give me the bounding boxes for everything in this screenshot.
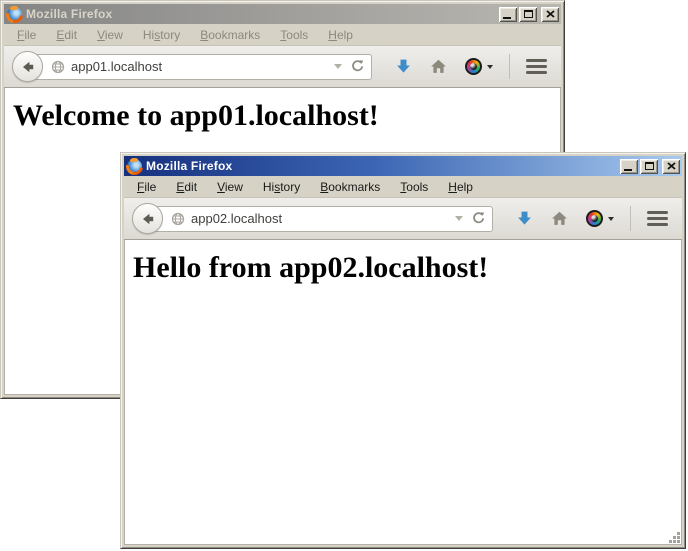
close-button[interactable] (541, 7, 559, 22)
menu-bar: FileEditViewHistoryBookmarksToolsHelp (124, 176, 682, 197)
minimize-button[interactable] (499, 7, 517, 22)
download-button[interactable] (516, 210, 533, 227)
menu-button[interactable] (526, 59, 547, 75)
home-icon (551, 210, 568, 227)
back-arrow-icon (20, 59, 36, 75)
reload-icon (350, 59, 365, 74)
back-button[interactable] (132, 203, 163, 234)
home-button[interactable] (430, 58, 447, 75)
window-controls (499, 7, 559, 22)
toolbar-separator (509, 54, 510, 79)
page-heading: Hello from app02.localhost! (124, 251, 682, 285)
toolbar-separator (630, 206, 631, 231)
window-controls (620, 159, 680, 174)
menu-help[interactable]: Help (438, 177, 483, 197)
url-history-dropdown-icon[interactable] (455, 216, 463, 221)
menu-button[interactable] (647, 211, 668, 227)
page-content: Hello from app02.localhost! (124, 240, 682, 545)
reload-button[interactable] (350, 59, 365, 74)
minimize-icon (503, 17, 511, 19)
url-text[interactable]: app02.localhost (191, 211, 451, 226)
maximize-icon (524, 10, 533, 18)
caret-down-icon (487, 65, 493, 69)
url-history-dropdown-icon[interactable] (334, 64, 342, 69)
menu-tools[interactable]: Tools (270, 25, 318, 45)
close-button[interactable] (662, 159, 680, 174)
menu-tools[interactable]: Tools (390, 177, 438, 197)
reload-icon (471, 211, 486, 226)
minimize-button[interactable] (620, 159, 638, 174)
download-arrow-icon (395, 58, 412, 75)
menu-edit[interactable]: Edit (166, 177, 207, 197)
page-heading: Welcome to app01.localhost! (4, 99, 561, 133)
maximize-button[interactable] (640, 159, 658, 174)
url-text[interactable]: app01.localhost (71, 59, 330, 74)
download-arrow-icon (516, 210, 533, 227)
menu-bookmarks[interactable]: Bookmarks (310, 177, 390, 197)
menu-history[interactable]: History (133, 25, 190, 45)
navigation-toolbar: app02.localhost (124, 197, 682, 240)
maximize-icon (645, 162, 654, 170)
site-identity-globe-icon[interactable] (51, 60, 65, 74)
title-bar[interactable]: Mozilla Firefox (4, 4, 561, 24)
menu-edit[interactable]: Edit (46, 25, 87, 45)
menu-file[interactable]: File (127, 177, 166, 197)
download-button[interactable] (395, 58, 412, 75)
home-button[interactable] (551, 210, 568, 227)
back-button[interactable] (12, 51, 43, 82)
window-title: Mozilla Firefox (146, 159, 616, 173)
firefox-app-icon (127, 159, 142, 174)
hamburger-icon (526, 59, 547, 63)
color-lens-icon (465, 58, 482, 75)
url-bar[interactable]: app01.localhost (28, 54, 372, 80)
home-icon (430, 58, 447, 75)
menu-bar: FileEditViewHistoryBookmarksToolsHelp (4, 24, 561, 45)
close-icon (546, 10, 555, 18)
caret-down-icon (608, 217, 614, 221)
window-title: Mozilla Firefox (26, 7, 495, 21)
menu-bookmarks[interactable]: Bookmarks (190, 25, 270, 45)
reload-button[interactable] (471, 211, 486, 226)
menu-history[interactable]: History (253, 177, 310, 197)
menu-view[interactable]: View (207, 177, 253, 197)
browser-window-app02: Mozilla Firefox FileEditViewHistoryBookm… (120, 152, 686, 549)
close-icon (667, 162, 676, 170)
firefox-app-icon (7, 7, 22, 22)
back-arrow-icon (140, 211, 156, 227)
addon-button[interactable] (586, 210, 614, 227)
site-identity-globe-icon[interactable] (171, 212, 185, 226)
minimize-icon (624, 169, 632, 171)
menu-view[interactable]: View (87, 25, 133, 45)
title-bar[interactable]: Mozilla Firefox (124, 156, 682, 176)
menu-file[interactable]: File (7, 25, 46, 45)
url-bar[interactable]: app02.localhost (148, 206, 493, 232)
hamburger-icon (647, 211, 668, 215)
maximize-button[interactable] (519, 7, 537, 22)
addon-button[interactable] (465, 58, 493, 75)
menu-help[interactable]: Help (318, 25, 363, 45)
navigation-toolbar: app01.localhost (4, 45, 561, 88)
color-lens-icon (586, 210, 603, 227)
resize-grip[interactable] (668, 531, 681, 544)
